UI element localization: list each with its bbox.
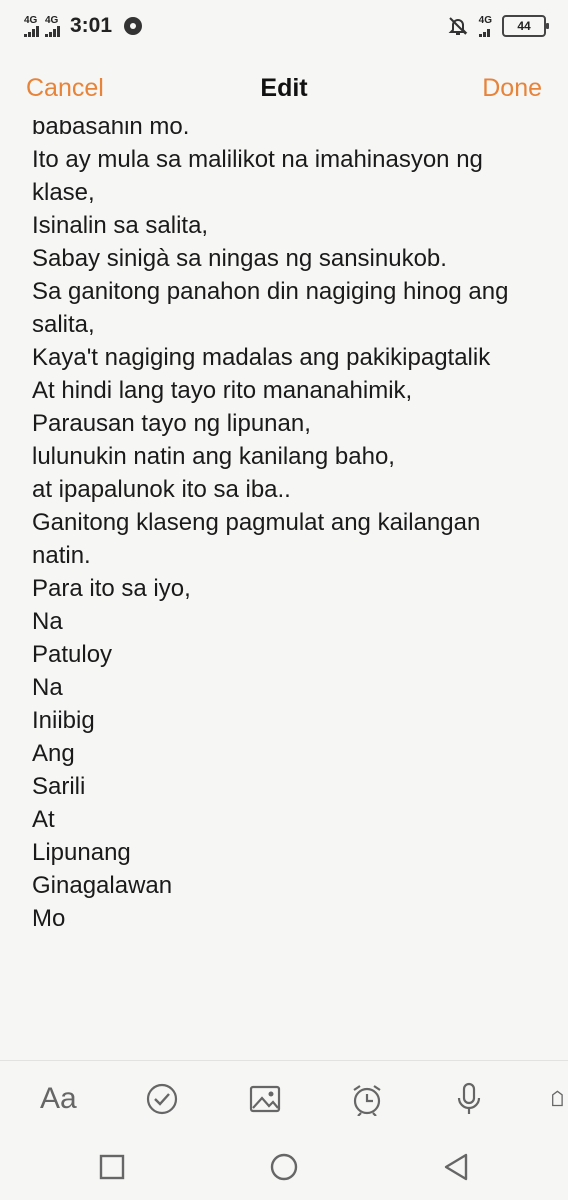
status-left: 4G 4G 3:01 — [24, 14, 143, 38]
checklist-icon[interactable] — [145, 1079, 179, 1119]
note-line: Ganitong klaseng pagmulat ang kailangan — [32, 509, 481, 536]
note-line: Sabay sinigà sa ningas ng sansinukob. — [32, 245, 447, 272]
cancel-button[interactable]: Cancel — [26, 74, 104, 103]
back-icon[interactable] — [441, 1152, 471, 1182]
microphone-icon[interactable] — [452, 1079, 486, 1119]
note-line: Sa ganitong panahon din nagiging hinog a… — [32, 278, 509, 305]
system-nav-bar — [0, 1136, 568, 1200]
network-type-label: 4G — [45, 14, 59, 26]
silent-bell-icon — [448, 17, 468, 35]
note-line: Parausan tayo ng lipunan, — [32, 410, 311, 437]
note-line: Na — [32, 674, 63, 701]
note-line: At — [32, 806, 55, 833]
note-line: Sarili — [32, 773, 86, 800]
note-line: babasahin mo. — [32, 120, 190, 140]
note-line: at ipapalunok ito sa iba.. — [32, 476, 291, 503]
note-line: At hindi lang tayo rito mananahimik, — [32, 377, 413, 404]
status-bar: 4G 4G 3:01 4G 44 — [0, 0, 568, 52]
note-line: Isinalin sa salita, — [32, 212, 209, 239]
text-format-icon[interactable]: Aa — [40, 1079, 77, 1119]
signal-icon-sim2: 4G — [45, 14, 60, 37]
signal-icon-data: 4G — [478, 14, 492, 37]
note-line: salita, — [32, 311, 95, 338]
note-line: Iniibig — [32, 707, 95, 734]
note-line: lulunukin natin ang kanilang baho, — [32, 443, 395, 470]
clock: 3:01 — [70, 14, 113, 37]
note-editor[interactable]: babasahin mo. Ito ay mula sa malilikot na… — [0, 120, 568, 1060]
home-icon[interactable] — [269, 1152, 299, 1182]
notification-icon — [124, 17, 143, 35]
battery-level: 44 — [517, 19, 531, 33]
note-text[interactable]: babasahin mo. Ito ay mula sa malilikot na… — [32, 120, 538, 935]
image-icon[interactable] — [248, 1079, 282, 1119]
note-line: Na — [32, 608, 63, 635]
done-button[interactable]: Done — [482, 74, 542, 103]
note-line: Para ito sa iyo, — [32, 575, 191, 602]
editor-header: Cancel Edit Done — [0, 62, 568, 114]
more-icon[interactable] — [548, 1079, 568, 1119]
note-line: natin. — [32, 542, 91, 569]
network-type-label: 4G — [478, 14, 492, 26]
recent-apps-icon[interactable] — [97, 1152, 127, 1182]
note-line: Patuloy — [32, 641, 113, 668]
note-line: Lipunang — [32, 839, 131, 866]
note-line: klase, — [32, 179, 95, 206]
note-line: Ginagalawan — [32, 872, 173, 899]
editor-toolbar: Aa — [0, 1060, 568, 1136]
note-line: Mo — [32, 905, 66, 932]
note-line: Ito ay mula sa malilikot na imahinasyon … — [32, 146, 483, 173]
alarm-icon[interactable] — [350, 1079, 384, 1119]
note-line: Ang — [32, 740, 75, 767]
note-line: Kaya't nagiging madalas ang pakikipagtal… — [32, 344, 491, 371]
network-type-label: 4G — [24, 14, 38, 26]
battery-icon: 44 — [502, 15, 549, 37]
signal-icon-sim1: 4G — [24, 14, 39, 37]
status-right: 4G 44 — [447, 14, 549, 37]
